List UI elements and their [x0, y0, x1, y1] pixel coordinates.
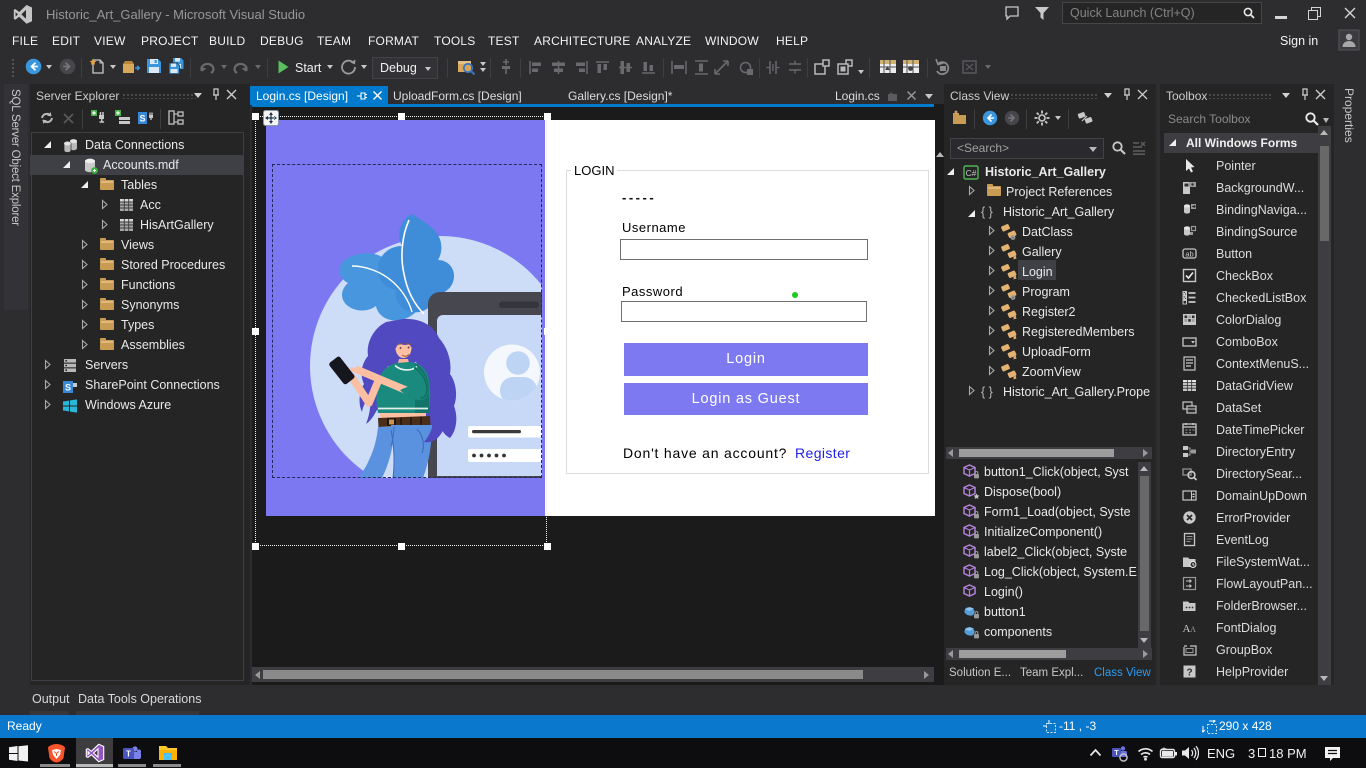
svg-text:S: S — [139, 114, 145, 124]
svg-text:T: T — [126, 750, 131, 759]
svg-text:T: T — [1114, 750, 1119, 757]
svg-text:A: A — [1190, 625, 1196, 634]
svg-text:?: ? — [1187, 668, 1193, 679]
svg-text:C#: C# — [966, 168, 977, 178]
svg-text:ab: ab — [1185, 250, 1193, 259]
svg-text:S: S — [65, 383, 71, 393]
